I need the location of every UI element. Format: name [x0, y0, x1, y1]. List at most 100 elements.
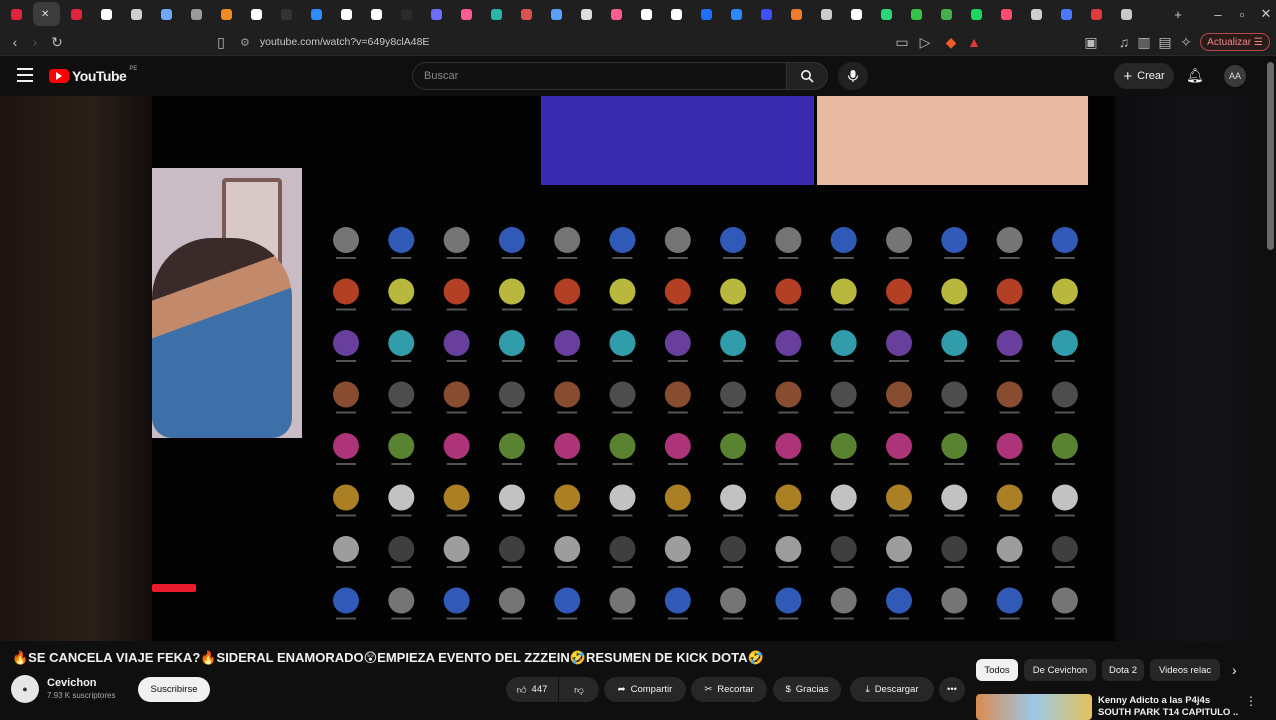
- browser-tab[interactable]: [933, 2, 960, 26]
- related-more-vertical-icon[interactable]: ⋮: [1245, 694, 1257, 708]
- close-window-icon[interactable]: ✕: [1256, 4, 1276, 24]
- cast-icon[interactable]: ▭: [892, 32, 912, 52]
- browser-tab[interactable]: [1023, 2, 1050, 26]
- reading-list-icon[interactable]: ▥: [1134, 32, 1154, 52]
- browser-tab[interactable]: [993, 2, 1020, 26]
- brave-rewards-icon[interactable]: ▲: [964, 32, 984, 52]
- browser-tab[interactable]: [423, 2, 450, 26]
- related-video-title[interactable]: Kenny Adicto a las P4j4s SOUTH PARK T14 …: [1098, 695, 1238, 719]
- chip-all[interactable]: Todos: [976, 659, 1018, 681]
- browser-tab[interactable]: [363, 2, 390, 26]
- like-count: 447: [531, 684, 548, 695]
- browser-tab[interactable]: [663, 2, 690, 26]
- browser-tab[interactable]: [753, 2, 780, 26]
- browser-tab[interactable]: [843, 2, 870, 26]
- emote-caption-line: [723, 514, 744, 517]
- emote-avatar: [443, 330, 470, 356]
- video-player[interactable]: [0, 96, 1265, 641]
- share-arrow-icon: ➦: [617, 684, 626, 695]
- browser-tab[interactable]: [1113, 2, 1140, 26]
- browser-tab[interactable]: [393, 2, 420, 26]
- browser-tab[interactable]: [903, 2, 930, 26]
- browser-tab[interactable]: [1083, 2, 1110, 26]
- emote-avatar: [720, 381, 747, 408]
- browser-tab[interactable]: [1053, 2, 1080, 26]
- subscribe-button[interactable]: Suscribirse: [138, 677, 210, 702]
- browser-tab[interactable]: [273, 2, 300, 26]
- browser-tab[interactable]: [513, 2, 540, 26]
- site-info-icon[interactable]: ⚙: [240, 36, 250, 49]
- related-video-thumbnail[interactable]: [976, 694, 1092, 720]
- chip-dota2[interactable]: Dota 2: [1102, 659, 1144, 681]
- browser-tab[interactable]: [93, 2, 120, 26]
- brave-shield-icon[interactable]: ◆: [941, 32, 961, 52]
- more-actions-button[interactable]: •••: [939, 677, 965, 702]
- emote-caption-line: [889, 566, 909, 568]
- search-input[interactable]: Buscar: [412, 62, 786, 90]
- like-button[interactable]: 👍︎ 447: [506, 677, 558, 702]
- address-bar[interactable]: ⚙ youtube.com/watch?v=649y8clA48E: [240, 31, 995, 53]
- tab-favicon-icon: [281, 8, 292, 20]
- browser-tab[interactable]: [603, 2, 630, 26]
- browser-tab[interactable]: [483, 2, 510, 26]
- thanks-button[interactable]: $ Gracias: [773, 677, 841, 702]
- browser-tab[interactable]: [453, 2, 480, 26]
- channel-avatar[interactable]: ●: [11, 675, 39, 703]
- browser-tab[interactable]: [963, 2, 990, 26]
- reload-icon[interactable]: ↻: [47, 32, 67, 52]
- youtube-logo[interactable]: YouTube PE: [49, 66, 137, 84]
- browser-tab[interactable]: [573, 2, 600, 26]
- browser-tab[interactable]: [3, 2, 30, 26]
- media-icon[interactable]: ♫: [1114, 32, 1134, 52]
- page-scrollbar[interactable]: [1267, 62, 1274, 250]
- browser-tab[interactable]: [333, 2, 360, 26]
- download-button[interactable]: ⤓ Descargar: [850, 677, 934, 702]
- forward-arrow-icon[interactable]: ›: [25, 32, 45, 52]
- voice-search-button[interactable]: [838, 62, 868, 90]
- search-button[interactable]: [786, 62, 828, 90]
- wallet-icon[interactable]: ▤: [1155, 32, 1175, 52]
- browser-tab[interactable]: [543, 2, 570, 26]
- share-button[interactable]: ➦ Compartir: [604, 677, 686, 702]
- create-button[interactable]: + Crear: [1114, 63, 1174, 89]
- new-tab-plus-icon[interactable]: +: [1168, 4, 1188, 24]
- emote-avatar: [498, 587, 525, 614]
- emote-caption-line: [1054, 411, 1075, 414]
- browser-tab[interactable]: [63, 2, 90, 26]
- browser-tab[interactable]: [693, 2, 720, 26]
- bookmark-icon[interactable]: ▯: [211, 32, 231, 52]
- emote-caption-line: [501, 566, 522, 568]
- browser-tab[interactable]: [633, 2, 660, 26]
- account-avatar[interactable]: AA: [1224, 65, 1246, 87]
- maximize-icon[interactable]: ▫: [1232, 4, 1252, 24]
- browser-tab[interactable]: [873, 2, 900, 26]
- browser-tab[interactable]: [783, 2, 810, 26]
- chip-from-channel[interactable]: De Cevichon: [1024, 659, 1096, 681]
- back-arrow-icon[interactable]: ‹: [5, 32, 25, 52]
- channel-name[interactable]: Cevichon: [47, 677, 97, 689]
- browser-tab[interactable]: [153, 2, 180, 26]
- emote-avatar: [554, 278, 581, 305]
- browser-tab[interactable]: [303, 2, 330, 26]
- browser-tab[interactable]: [243, 2, 270, 26]
- browser-tab[interactable]: ✕: [33, 2, 60, 26]
- browser-tab[interactable]: [183, 2, 210, 26]
- dislike-button[interactable]: 👎︎: [559, 677, 599, 702]
- tab-favicon-icon: [671, 8, 682, 20]
- chips-next-chevron-icon[interactable]: ›: [1232, 662, 1237, 678]
- leo-ai-icon[interactable]: ✧: [1176, 32, 1196, 52]
- browser-tab[interactable]: [213, 2, 240, 26]
- sidebar-icon[interactable]: ▣: [1081, 32, 1101, 52]
- browser-tab[interactable]: [123, 2, 150, 26]
- hamburger-menu-icon[interactable]: [17, 68, 33, 82]
- emote-avatar: [388, 330, 415, 356]
- emote-avatar: [443, 381, 470, 408]
- update-button[interactable]: Actualizar ☰: [1200, 33, 1270, 51]
- browser-tab[interactable]: [723, 2, 750, 26]
- send-icon[interactable]: ▷: [915, 32, 935, 52]
- notifications-bell-icon[interactable]: 🔔︎: [1186, 67, 1204, 84]
- browser-tab[interactable]: [813, 2, 840, 26]
- minimize-icon[interactable]: –: [1208, 4, 1228, 24]
- chip-related[interactable]: Videos relac: [1150, 659, 1220, 681]
- clip-button[interactable]: ✂ Recortar: [691, 677, 767, 702]
